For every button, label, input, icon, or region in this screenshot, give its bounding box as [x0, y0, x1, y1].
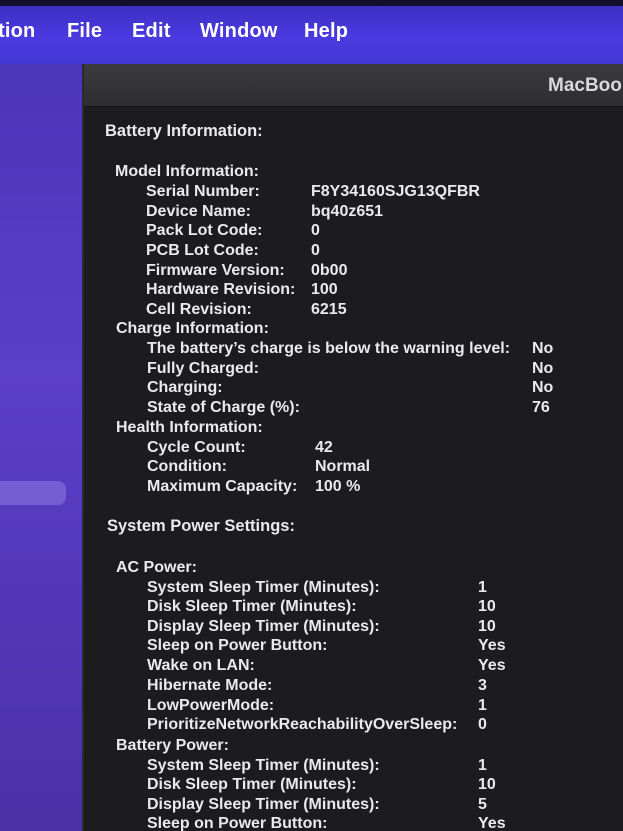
firmware-version-label: Firmware Version: [146, 262, 285, 279]
battery-information-heading: Battery Information: [105, 122, 263, 140]
bat-display-sleep-value: 5 [478, 796, 487, 813]
menu-app-name[interactable]: tion [0, 20, 35, 43]
warning-level-label: The battery’s charge is below the warnin… [147, 340, 511, 357]
ac-lowpowermode-value: 1 [478, 697, 487, 714]
ac-power-heading: AC Power: [116, 559, 197, 576]
condition-label: Condition: [147, 458, 227, 475]
report-content: Battery Information: Model Information: … [84, 106, 623, 831]
serial-number-value: F8Y34160SJG13QFBR [311, 183, 480, 200]
ac-sleep-power-button-value: Yes [478, 637, 506, 654]
cycle-count-value: 42 [315, 439, 333, 456]
desktop-background [0, 64, 82, 831]
pack-lot-code-value: 0 [311, 222, 320, 239]
ac-disk-sleep-value: 10 [478, 598, 496, 615]
bat-display-sleep-label: Display Sleep Timer (Minutes): [147, 796, 380, 813]
cell-revision-label: Cell Revision: [146, 301, 252, 318]
ac-lowpowermode-label: LowPowerMode: [147, 697, 275, 714]
health-information-heading: Health Information: [116, 419, 263, 436]
pcb-lot-code-value: 0 [311, 242, 320, 259]
state-of-charge-label: State of Charge (%): [147, 399, 300, 416]
model-information-heading: Model Information: [115, 163, 259, 180]
menu-edit[interactable]: Edit [132, 20, 171, 43]
menu-bar: tion File Edit Window Help [0, 0, 623, 64]
charging-label: Charging: [147, 379, 223, 396]
device-name-label: Device Name: [146, 203, 251, 220]
ac-disk-sleep-label: Disk Sleep Timer (Minutes): [147, 598, 357, 615]
warning-level-value: No [532, 340, 554, 357]
ac-system-sleep-label: System Sleep Timer (Minutes): [147, 579, 380, 596]
ac-display-sleep-label: Display Sleep Timer (Minutes): [147, 618, 380, 635]
bat-disk-sleep-label: Disk Sleep Timer (Minutes): [147, 776, 357, 793]
battery-power-heading: Battery Power: [116, 737, 229, 754]
cycle-count-label: Cycle Count: [147, 439, 246, 456]
bat-system-sleep-label: System Sleep Timer (Minutes): [147, 757, 380, 774]
hardware-revision-value: 100 [311, 281, 338, 298]
maximum-capacity-label: Maximum Capacity: [147, 478, 298, 495]
pcb-lot-code-label: PCB Lot Code: [146, 242, 259, 259]
maximum-capacity-value: 100 % [315, 478, 361, 495]
charging-value: No [532, 379, 554, 396]
ac-prioritize-network-label: PrioritizeNetworkReachabilityOverSleep: [147, 716, 458, 733]
ac-hibernate-mode-label: Hibernate Mode: [147, 677, 273, 694]
bat-disk-sleep-value: 10 [478, 776, 496, 793]
ac-sleep-power-button-label: Sleep on Power Button: [147, 637, 328, 654]
hardware-revision-label: Hardware Revision: [146, 281, 296, 298]
device-name-value: bq40z651 [311, 203, 384, 220]
ac-wake-on-lan-value: Yes [478, 657, 506, 674]
firmware-version-value: 0b00 [311, 262, 348, 279]
fully-charged-label: Fully Charged: [147, 360, 260, 377]
window-titlebar[interactable]: MacBoo [84, 64, 623, 107]
bat-sleep-power-button-label: Sleep on Power Button: [147, 815, 328, 831]
ac-wake-on-lan-label: Wake on LAN: [147, 657, 255, 674]
serial-number-label: Serial Number: [146, 183, 260, 200]
menu-window[interactable]: Window [200, 20, 278, 43]
fully-charged-value: No [532, 360, 554, 377]
bat-sleep-power-button-value: Yes [478, 815, 506, 831]
window-title: MacBoo [548, 75, 622, 96]
condition-value: Normal [315, 458, 371, 475]
menu-file[interactable]: File [67, 20, 102, 43]
state-of-charge-value: 76 [532, 399, 550, 416]
system-power-settings-heading: System Power Settings: [107, 517, 295, 535]
desktop-window-edge [0, 481, 66, 505]
pack-lot-code-label: Pack Lot Code: [146, 222, 263, 239]
ac-display-sleep-value: 10 [478, 618, 496, 635]
bat-system-sleep-value: 1 [478, 757, 487, 774]
ac-hibernate-mode-value: 3 [478, 677, 487, 694]
cell-revision-value: 6215 [311, 301, 347, 318]
ac-system-sleep-value: 1 [478, 579, 487, 596]
ac-prioritize-network-value: 0 [478, 716, 487, 733]
charge-information-heading: Charge Information: [116, 320, 269, 337]
system-information-window: MacBoo Battery Information: Model Inform… [82, 64, 623, 831]
menu-help[interactable]: Help [304, 20, 348, 43]
